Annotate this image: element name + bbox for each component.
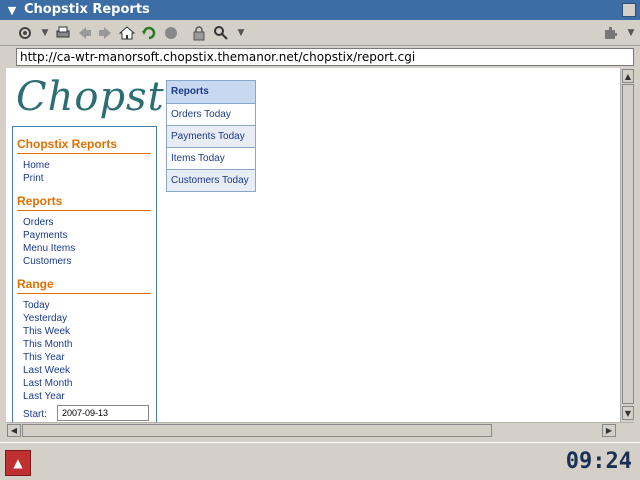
range-link-this-year[interactable]: This Year: [23, 352, 65, 364]
toolbar: ▼ ▼ ▼: [0, 20, 640, 46]
close-button[interactable]: [622, 3, 636, 17]
nav-link-orders[interactable]: Orders: [23, 217, 54, 229]
horizontal-scrollbar[interactable]: ◀ ▶: [6, 422, 634, 438]
section-title-reports: Reports: [17, 194, 63, 208]
range-link-this-week[interactable]: This Week: [23, 326, 70, 338]
range-link-last-week[interactable]: Last Week: [23, 365, 70, 377]
section-divider: [17, 153, 151, 154]
nav-link-customers[interactable]: Customers: [23, 256, 71, 268]
nav-link-home[interactable]: Home: [23, 160, 50, 172]
forward-icon[interactable]: [96, 24, 114, 42]
back-icon[interactable]: [76, 24, 94, 42]
reports-menu-orders-today[interactable]: Orders Today: [167, 103, 255, 125]
reports-menu-payments-today[interactable]: Payments Today: [167, 125, 255, 147]
start-menu-icon[interactable]: ▲: [5, 450, 31, 476]
reports-menu-items-today[interactable]: Items Today: [167, 147, 255, 169]
left-nav-panel: Chopstix Reports Home Print Reports Orde…: [12, 126, 157, 422]
extension-dropdown-icon[interactable]: ▼: [622, 24, 640, 42]
range-link-this-month[interactable]: This Month: [23, 339, 72, 351]
nav-link-print[interactable]: Print: [23, 173, 44, 185]
search-dropdown-icon[interactable]: ▼: [232, 24, 250, 42]
taskbar: ▲ 09:24: [0, 442, 640, 480]
range-link-yesterday[interactable]: Yesterday: [23, 313, 67, 325]
vertical-scrollbar[interactable]: ▲ ▼: [620, 68, 634, 422]
dropdown-icon[interactable]: ▼: [36, 24, 54, 42]
horizontal-scroll-thumb[interactable]: [22, 424, 492, 437]
stop-icon[interactable]: [162, 24, 180, 42]
start-date-input[interactable]: 2007-09-13: [57, 405, 149, 421]
nav-link-payments[interactable]: Payments: [23, 230, 67, 242]
page-viewport: ChopstiX Chopstix Reports Home Print Rep…: [6, 68, 620, 422]
settings-icon[interactable]: [16, 24, 34, 42]
nav-link-menu-items[interactable]: Menu Items: [23, 243, 75, 255]
range-link-today[interactable]: Today: [23, 300, 50, 312]
range-link-last-year[interactable]: Last Year: [23, 391, 65, 403]
address-bar: http://ca-wtr-manorsoft.chopstix.themano…: [0, 46, 640, 68]
window-title: Chopstix Reports: [24, 2, 150, 17]
window-menu-icon[interactable]: ▼: [4, 2, 20, 18]
search-icon[interactable]: [212, 24, 230, 42]
browser-window: ▼ Chopstix Reports ▼ ▼ ▼ http://ca-wtr-m…: [0, 0, 640, 440]
scroll-up-icon[interactable]: ▲: [622, 69, 634, 83]
range-link-last-month[interactable]: Last Month: [23, 378, 72, 390]
reports-menu: Reports Orders Today Payments Today Item…: [166, 80, 256, 192]
section-divider: [17, 210, 151, 211]
scroll-right-icon[interactable]: ▶: [602, 424, 616, 437]
reports-menu-customers-today[interactable]: Customers Today: [167, 169, 255, 191]
vertical-scroll-thumb[interactable]: [622, 84, 634, 404]
print-icon[interactable]: [54, 24, 72, 42]
lock-icon[interactable]: [190, 24, 208, 42]
home-icon[interactable]: [118, 24, 136, 42]
section-divider: [17, 293, 151, 294]
section-title-range: Range: [17, 277, 54, 291]
reload-icon[interactable]: [140, 24, 158, 42]
scroll-down-icon[interactable]: ▼: [622, 406, 634, 420]
reports-menu-header: Reports: [167, 81, 255, 103]
start-date-label: Start:: [23, 409, 47, 420]
scroll-left-icon[interactable]: ◀: [7, 424, 21, 437]
taskbar-clock: 09:24: [565, 449, 632, 474]
extension-icon[interactable]: [602, 24, 620, 42]
section-title-chopstix: Chopstix Reports: [17, 137, 118, 151]
url-input[interactable]: http://ca-wtr-manorsoft.chopstix.themano…: [16, 48, 634, 66]
title-bar: ▼ Chopstix Reports: [0, 0, 640, 20]
